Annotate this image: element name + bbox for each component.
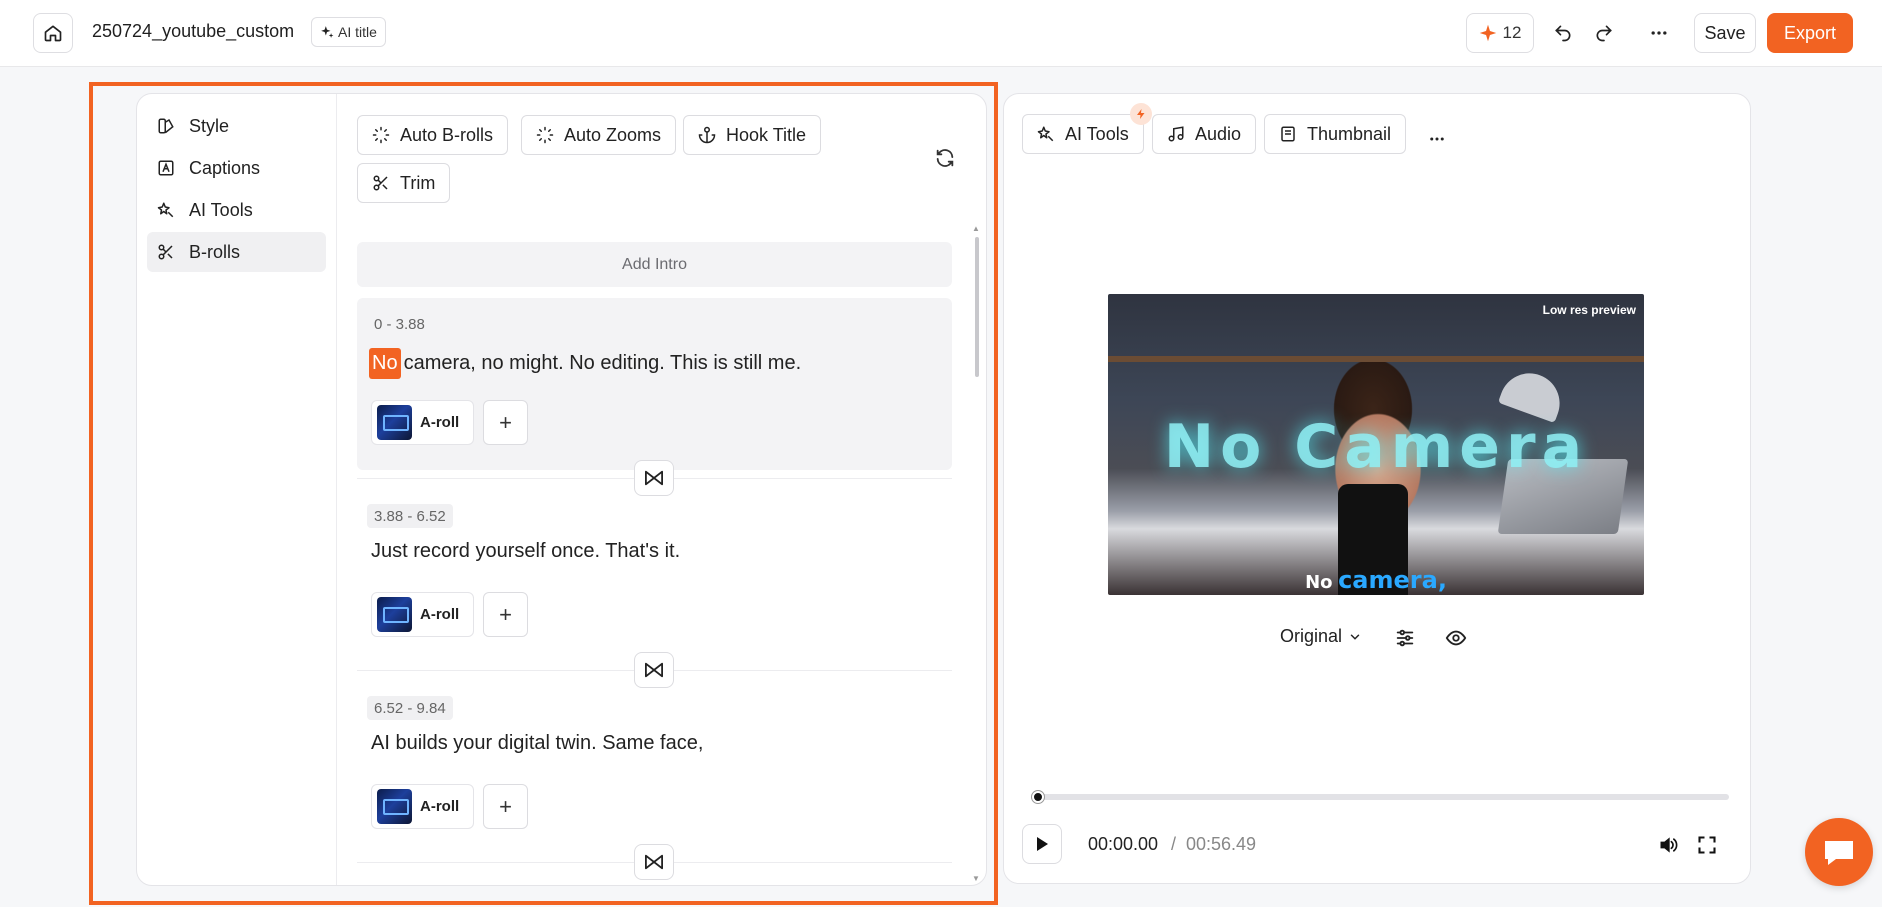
current-time: 00:00.00 <box>1088 834 1159 854</box>
tab-label: Thumbnail <box>1307 123 1392 144</box>
ai-title-button[interactable]: AI title <box>311 17 386 47</box>
credits-button[interactable]: 12 <box>1466 13 1534 53</box>
ai-wand-icon <box>1037 125 1055 143</box>
chevron-down-icon <box>1348 630 1362 644</box>
aspect-ratio-value: Original <box>1280 626 1343 646</box>
home-icon <box>43 23 63 43</box>
video-scene-shelf <box>1108 356 1644 362</box>
project-title[interactable]: 250724_youtube_custom <box>92 21 294 42</box>
time-separator: / <box>1171 834 1177 854</box>
sparkle-icon <box>320 25 334 39</box>
music-note-icon <box>1167 125 1185 143</box>
undo-icon <box>1553 23 1573 43</box>
video-subtitle: No camera, <box>1108 566 1644 594</box>
volume-icon[interactable] <box>1657 835 1679 855</box>
tab-ai-tools[interactable]: AI Tools <box>1022 114 1144 154</box>
fullscreen-icon[interactable] <box>1697 835 1717 855</box>
tab-thumbnail[interactable]: Thumbnail <box>1264 114 1407 154</box>
subtitle-word: No <box>1305 572 1333 593</box>
export-button[interactable]: Export <box>1767 13 1853 53</box>
focus-highlight-frame <box>89 82 998 905</box>
more-horizontal-icon <box>1428 130 1446 148</box>
aspect-ratio-select[interactable]: Original <box>1280 626 1362 647</box>
total-duration: 00:56.49 <box>1186 834 1257 854</box>
save-button[interactable]: Save <box>1694 13 1756 53</box>
play-icon <box>1035 836 1049 852</box>
playback-scrubber[interactable] <box>1032 791 1044 803</box>
flash-icon <box>1130 103 1152 125</box>
chat-support-button[interactable] <box>1805 818 1873 886</box>
redo-button[interactable] <box>1586 15 1622 51</box>
home-button[interactable] <box>33 13 73 53</box>
tab-label: AI Tools <box>1065 123 1129 144</box>
top-bar: 250724_youtube_custom AI title 12 Save E… <box>0 0 1882 67</box>
credits-count: 12 <box>1502 23 1522 42</box>
preview-more-button[interactable] <box>1422 124 1452 154</box>
undo-button[interactable] <box>1545 15 1581 51</box>
video-preview[interactable]: Low res preview No Camera No camera, <box>1108 294 1644 595</box>
more-horizontal-icon <box>1649 23 1669 43</box>
eye-icon[interactable] <box>1445 627 1467 649</box>
redo-icon <box>1594 23 1614 43</box>
sparkle-credit-icon <box>1479 24 1497 42</box>
ai-title-label: AI title <box>338 24 377 40</box>
tab-label: Audio <box>1195 123 1242 144</box>
subtitle-word-active: camera, <box>1338 566 1447 594</box>
tab-audio[interactable]: Audio <box>1152 114 1257 154</box>
book-icon <box>1279 125 1297 143</box>
play-button[interactable] <box>1022 824 1062 864</box>
chat-bubble-icon <box>1822 837 1856 867</box>
video-hook-title: No Camera <box>1163 412 1589 482</box>
more-options-button[interactable] <box>1641 15 1677 51</box>
preview-panel: AI Tools Audio Thumbnail Low res preview… <box>1003 93 1751 884</box>
playback-progress-bar[interactable] <box>1036 794 1729 800</box>
sliders-icon[interactable] <box>1394 627 1416 649</box>
low-res-badge: Low res preview <box>1542 303 1636 317</box>
